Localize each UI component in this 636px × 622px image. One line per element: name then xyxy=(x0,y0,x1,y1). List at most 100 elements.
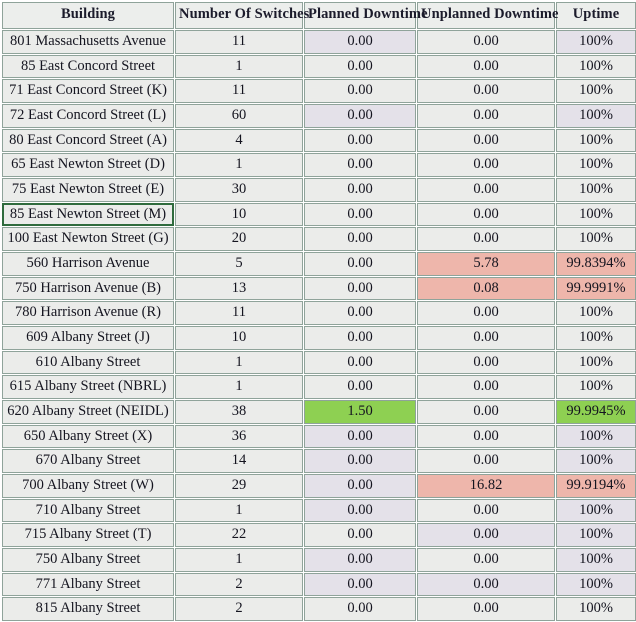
table-row[interactable]: 75 East Newton Street (E) 30 0.00 0.00 100% xyxy=(2,177,636,202)
cell-unplanned-downtime[interactable]: 0.00 xyxy=(417,202,555,227)
column-header-building[interactable]: Building xyxy=(2,2,174,29)
cell-planned-downtime[interactable]: 0.00 xyxy=(304,474,416,498)
cell-building[interactable]: 771 Albany Street xyxy=(2,572,174,597)
table-row[interactable]: 85 East Concord Street 1 0.00 0.00 100% xyxy=(2,54,636,79)
cell-planned-downtime[interactable]: 0.00 xyxy=(304,227,416,251)
cell-planned-downtime[interactable]: 0.00 xyxy=(304,498,416,523)
cell-planned-downtime[interactable]: 1.50 xyxy=(304,400,416,424)
table-row[interactable]: 100 East Newton Street (G) 20 0.00 0.00 100% xyxy=(2,227,636,251)
cell-unplanned-downtime[interactable]: 5.78 xyxy=(417,251,555,276)
cell-number-of-switches[interactable]: 10 xyxy=(175,202,303,227)
cell-uptime[interactable]: 100% xyxy=(556,128,636,153)
table-row[interactable]: 670 Albany Street 14 0.00 0.00 100% xyxy=(2,449,636,474)
cell-uptime[interactable]: 100% xyxy=(556,227,636,251)
cell-number-of-switches[interactable]: 4 xyxy=(175,128,303,153)
cell-unplanned-downtime[interactable]: 0.00 xyxy=(417,375,555,400)
cell-number-of-switches[interactable]: 22 xyxy=(175,523,303,548)
cell-building[interactable]: 710 Albany Street xyxy=(2,498,174,523)
cell-building[interactable]: 100 East Newton Street (G) xyxy=(2,227,174,251)
cell-unplanned-downtime[interactable]: 0.00 xyxy=(417,153,555,177)
cell-unplanned-downtime[interactable]: 0.00 xyxy=(417,103,555,128)
cell-planned-downtime[interactable]: 0.00 xyxy=(304,29,416,54)
cell-unplanned-downtime[interactable]: 0.08 xyxy=(417,276,555,301)
cell-building[interactable]: 609 Albany Street (J) xyxy=(2,326,174,350)
cell-building[interactable]: 615 Albany Street (NBRL) xyxy=(2,375,174,400)
cell-uptime[interactable]: 100% xyxy=(556,548,636,572)
cell-uptime[interactable]: 100% xyxy=(556,375,636,400)
cell-number-of-switches[interactable]: 11 xyxy=(175,79,303,103)
cell-unplanned-downtime[interactable]: 0.00 xyxy=(417,449,555,474)
cell-uptime[interactable]: 99.9194% xyxy=(556,474,636,498)
table-row[interactable]: 710 Albany Street 1 0.00 0.00 100% xyxy=(2,498,636,523)
cell-unplanned-downtime[interactable]: 0.00 xyxy=(417,227,555,251)
cell-uptime[interactable]: 100% xyxy=(556,424,636,449)
cell-unplanned-downtime[interactable]: 0.00 xyxy=(417,177,555,202)
cell-number-of-switches[interactable]: 1 xyxy=(175,375,303,400)
table-row[interactable]: 610 Albany Street 1 0.00 0.00 100% xyxy=(2,350,636,375)
cell-unplanned-downtime[interactable]: 0.00 xyxy=(417,326,555,350)
cell-building[interactable]: 700 Albany Street (W) xyxy=(2,474,174,498)
cell-unplanned-downtime[interactable]: 0.00 xyxy=(417,301,555,325)
cell-uptime[interactable]: 100% xyxy=(556,103,636,128)
cell-number-of-switches[interactable]: 1 xyxy=(175,153,303,177)
cell-planned-downtime[interactable]: 0.00 xyxy=(304,523,416,548)
cell-unplanned-downtime[interactable]: 0.00 xyxy=(417,400,555,424)
cell-building-focused[interactable]: 85 East Newton Street (M) xyxy=(2,202,174,227)
cell-building[interactable]: 650 Albany Street (X) xyxy=(2,424,174,449)
column-header-switches[interactable]: Number Of Switches xyxy=(175,2,309,29)
cell-uptime[interactable]: 100% xyxy=(556,202,636,227)
cell-uptime[interactable]: 100% xyxy=(556,79,636,103)
table-row[interactable]: 801 Massachusetts Avenue 11 0.00 0.00 100% xyxy=(2,29,636,54)
table-row[interactable]: 715 Albany Street (T) 22 0.00 0.00 100% xyxy=(2,523,636,548)
table-row[interactable]: 750 Albany Street 1 0.00 0.00 100% xyxy=(2,548,636,572)
cell-number-of-switches[interactable]: 29 xyxy=(175,474,303,498)
cell-building[interactable]: 780 Harrison Avenue (R) xyxy=(2,301,174,325)
cell-unplanned-downtime[interactable]: 0.00 xyxy=(417,54,555,79)
cell-uptime[interactable]: 100% xyxy=(556,597,636,622)
cell-planned-downtime[interactable]: 0.00 xyxy=(304,177,416,202)
table-row[interactable]: 750 Harrison Avenue (B) 13 0.00 0.08 99.9991… xyxy=(2,276,636,301)
cell-uptime[interactable]: 100% xyxy=(556,29,636,54)
table-row[interactable]: 780 Harrison Avenue (R) 11 0.00 0.00 100% xyxy=(2,301,636,325)
cell-number-of-switches[interactable]: 38 xyxy=(175,400,303,424)
cell-building[interactable]: 610 Albany Street xyxy=(2,350,174,375)
cell-planned-downtime[interactable]: 0.00 xyxy=(304,326,416,350)
cell-unplanned-downtime[interactable]: 0.00 xyxy=(417,548,555,572)
cell-unplanned-downtime[interactable]: 0.00 xyxy=(417,79,555,103)
cell-planned-downtime[interactable]: 0.00 xyxy=(304,103,416,128)
cell-number-of-switches[interactable]: 2 xyxy=(175,597,303,622)
cell-planned-downtime[interactable]: 0.00 xyxy=(304,572,416,597)
cell-number-of-switches[interactable]: 5 xyxy=(175,251,303,276)
cell-number-of-switches[interactable]: 11 xyxy=(175,29,303,54)
cell-uptime[interactable]: 99.9991% xyxy=(556,276,636,301)
cell-number-of-switches[interactable]: 2 xyxy=(175,572,303,597)
table-row[interactable]: 71 East Concord Street (K) 11 0.00 0.00 100% xyxy=(2,79,636,103)
cell-building[interactable]: 560 Harrison Avenue xyxy=(2,251,174,276)
table-row[interactable]: 615 Albany Street (NBRL) 1 0.00 0.00 100% xyxy=(2,375,636,400)
cell-building[interactable]: 85 East Concord Street xyxy=(2,54,174,79)
cell-building[interactable]: 715 Albany Street (T) xyxy=(2,523,174,548)
table-row[interactable]: 72 East Concord Street (L) 60 0.00 0.00 100% xyxy=(2,103,636,128)
cell-uptime[interactable]: 100% xyxy=(556,326,636,350)
cell-planned-downtime[interactable]: 0.00 xyxy=(304,79,416,103)
cell-number-of-switches[interactable]: 60 xyxy=(175,103,303,128)
cell-building[interactable]: 815 Albany Street xyxy=(2,597,174,622)
cell-planned-downtime[interactable]: 0.00 xyxy=(304,424,416,449)
cell-unplanned-downtime[interactable]: 16.82 xyxy=(417,474,555,498)
column-header-unplanned-downtime[interactable]: Unplanned Downtime xyxy=(417,2,558,29)
cell-planned-downtime[interactable]: 0.00 xyxy=(304,54,416,79)
table-row[interactable]: 771 Albany Street 2 0.00 0.00 100% xyxy=(2,572,636,597)
cell-planned-downtime[interactable]: 0.00 xyxy=(304,597,416,622)
column-header-uptime[interactable]: Uptime xyxy=(556,2,636,29)
cell-unplanned-downtime[interactable]: 0.00 xyxy=(417,424,555,449)
cell-uptime[interactable]: 100% xyxy=(556,572,636,597)
table-row[interactable]: 650 Albany Street (X) 36 0.00 0.00 100% xyxy=(2,424,636,449)
cell-uptime[interactable]: 100% xyxy=(556,350,636,375)
table-row[interactable]: 700 Albany Street (W) 29 0.00 16.82 99.9194% xyxy=(2,474,636,498)
column-header-planned-downtime[interactable]: Planned Downtime xyxy=(304,2,428,29)
cell-building[interactable]: 75 East Newton Street (E) xyxy=(2,177,174,202)
cell-number-of-switches[interactable]: 13 xyxy=(175,276,303,301)
cell-unplanned-downtime[interactable]: 0.00 xyxy=(417,597,555,622)
table-row[interactable]: 65 East Newton Street (D) 1 0.00 0.00 100% xyxy=(2,153,636,177)
cell-uptime[interactable]: 100% xyxy=(556,153,636,177)
